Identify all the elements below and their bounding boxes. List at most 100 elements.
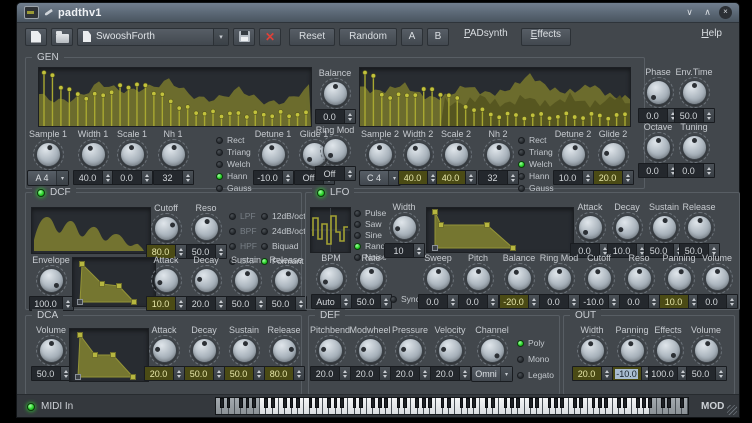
spin-arrows[interactable] [282,171,293,184]
gen-ringmod-spinbox[interactable]: Off [315,166,356,181]
spin-arrows[interactable] [648,295,659,308]
hpf-radio[interactable]: HPF [229,241,257,251]
piano-black-key[interactable] [271,398,275,408]
lfo-pitch-spinbox[interactable]: 0.0 [458,294,499,309]
spin-arrows[interactable] [379,367,390,380]
piano-black-key[interactable] [491,398,495,408]
nh2-spinbox[interactable]: 32 [478,170,519,185]
scale2-knob[interactable] [444,142,469,167]
spin-arrows[interactable] [622,171,633,184]
filter-response-display[interactable] [31,207,151,254]
piano-black-key[interactable] [384,398,388,408]
lfo-power-led[interactable] [317,189,325,197]
piano-black-key[interactable] [378,398,382,408]
piano-black-key[interactable] [560,398,564,408]
dcf-attack-knob[interactable] [154,268,179,293]
lfo-sine-radio[interactable]: Sine [354,230,387,240]
lfo-reso-knob[interactable] [627,266,652,291]
spin-arrows[interactable] [703,164,714,177]
modwheel-spinbox[interactable]: 20.0 [350,366,391,381]
spin-arrows[interactable] [465,171,476,184]
piano-black-key[interactable] [359,398,363,408]
phase-knob[interactable] [646,80,671,105]
dcf-sustain-spinbox[interactable]: 50.0 [226,296,267,311]
octave-knob[interactable] [646,135,671,160]
shape2-rect-radio[interactable]: Rect [518,135,554,145]
lfo-decay-knob[interactable] [615,215,640,240]
piano-black-key[interactable] [535,398,539,408]
piano-black-key[interactable] [415,398,419,408]
nh2-knob[interactable] [486,142,511,167]
dca-decay-spinbox[interactable]: 50.0 [184,366,225,381]
poly-radio[interactable]: Poly [517,338,554,348]
width2-spinbox[interactable]: 40.0 [398,170,439,185]
legato-radio[interactable]: Legato [517,370,554,380]
shape2-triang-radio[interactable]: Triang [518,147,554,157]
out-effects-spinbox[interactable]: 100.0 [648,366,689,381]
mod-label[interactable]: MOD [701,401,724,412]
lfo-cutoff-knob[interactable] [587,266,612,291]
piano-black-key[interactable] [309,398,313,408]
piano-black-key[interactable] [315,398,319,408]
spin-arrows[interactable] [715,367,726,380]
shape2-hann-radio[interactable]: Hann [518,171,554,181]
lfo-ringmod-spinbox[interactable]: 0.0 [539,294,580,309]
dca-attack-spinbox[interactable]: 20.0 [144,366,185,381]
lfo-rate-knob[interactable] [359,266,384,291]
piano-black-key[interactable] [447,398,451,408]
out-volume-knob[interactable] [694,338,719,363]
shade-button[interactable]: ∨ [683,6,696,19]
help-button[interactable]: Help [692,28,731,46]
modwheel-knob[interactable] [358,338,383,363]
spin-arrows[interactable] [419,367,430,380]
piano-black-key[interactable] [573,398,577,408]
tuning-knob[interactable] [682,135,707,160]
detune2-knob[interactable] [561,142,586,167]
dca-envelope-display[interactable] [69,328,149,382]
piano-black-key[interactable] [554,398,558,408]
piano-black-key[interactable] [340,398,344,408]
out-effects-knob[interactable] [656,338,681,363]
spin-arrows[interactable] [601,367,612,380]
shape1-rect-radio[interactable]: Rect [216,135,252,145]
width1-knob[interactable] [81,142,106,167]
dcf-decay-spinbox[interactable]: 20.0 [186,296,227,311]
spin-arrows[interactable] [253,367,264,380]
piano-black-key[interactable] [466,398,470,408]
out-width-knob[interactable] [580,338,605,363]
tuning-spinbox[interactable]: 0.0 [674,163,715,178]
spin-arrows[interactable] [293,367,304,380]
piano-black-key[interactable] [579,398,583,408]
dcf-reso-knob[interactable] [194,216,219,241]
pitchbend-knob[interactable] [318,338,343,363]
lfo-saw-radio[interactable]: Saw [354,219,387,229]
piano-black-key[interactable] [548,398,552,408]
piano-black-key[interactable] [441,398,445,408]
keyboard[interactable] [215,397,689,415]
lfo-pulse-radio[interactable]: Pulse [354,208,387,218]
dca-sustain-spinbox[interactable]: 50.0 [224,366,265,381]
spin-arrows[interactable] [703,109,714,122]
lfo-volume-spinbox[interactable]: 0.0 [697,294,738,309]
shape1-hann-radio[interactable]: Hann [216,171,252,181]
piano-black-key[interactable] [667,398,671,408]
piano-black-key[interactable] [604,398,608,408]
spin-arrows[interactable] [507,171,518,184]
piano-black-key[interactable] [283,398,287,408]
scale1-knob[interactable] [120,142,145,167]
dca-release-knob[interactable] [272,338,297,363]
piano-black-key[interactable] [428,398,432,408]
pressure-knob[interactable] [398,338,423,363]
width2-knob[interactable] [406,142,431,167]
effects-button[interactable]: Effects [521,28,571,46]
lfo-sweep-knob[interactable] [426,266,451,291]
out-panning-spinbox[interactable]: -10.0 [612,366,653,381]
dcf-attack-spinbox[interactable]: 10.0 [146,296,187,311]
gen-ringmod-knob[interactable] [323,138,348,163]
piano-black-key[interactable] [397,398,401,408]
piano-black-key[interactable] [661,398,665,408]
dca-decay-knob[interactable] [192,338,217,363]
shape1-triang-radio[interactable]: Triang [216,147,252,157]
lfo-panning-spinbox[interactable]: 10.0 [659,294,700,309]
glide2-knob[interactable] [601,142,626,167]
